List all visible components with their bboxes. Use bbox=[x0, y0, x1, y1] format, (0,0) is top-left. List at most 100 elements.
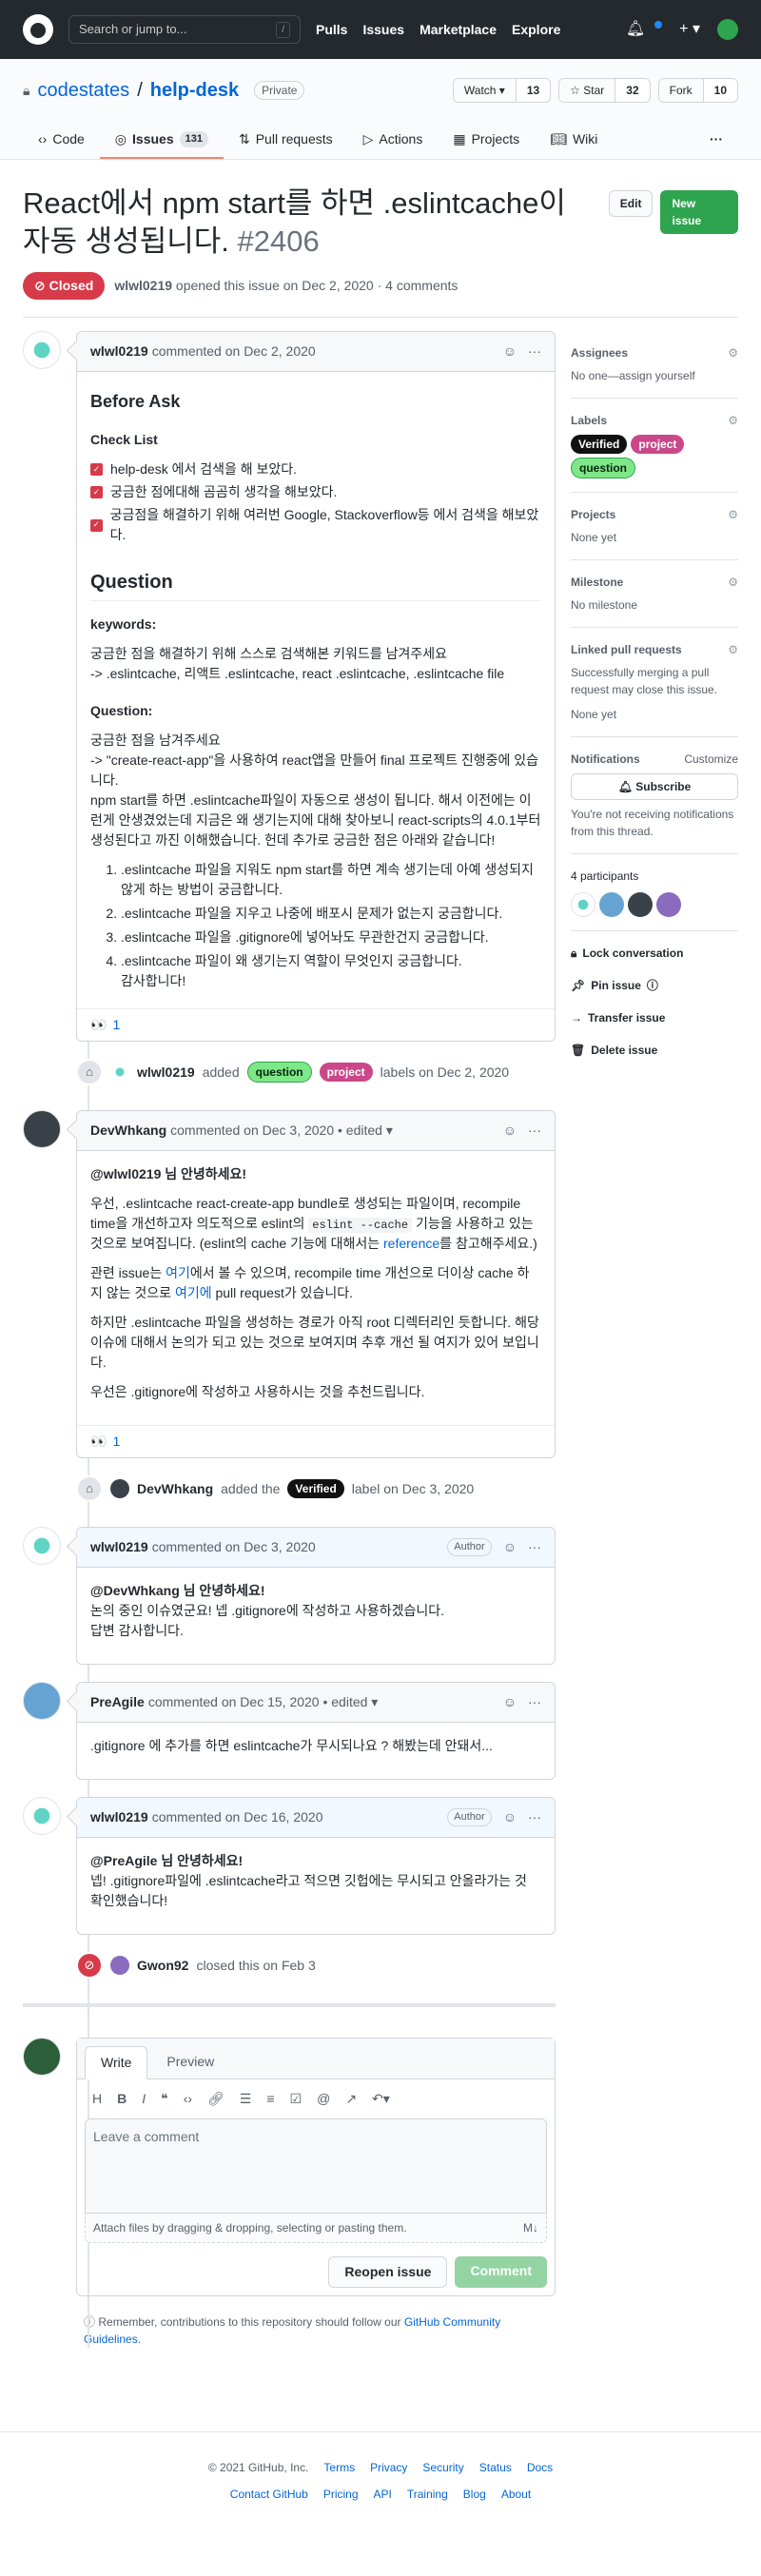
repo-owner-link[interactable]: codestates bbox=[37, 76, 129, 105]
task-list-icon[interactable]: ☑ bbox=[290, 2089, 302, 2109]
gear-icon[interactable]: ⚙ bbox=[728, 574, 738, 591]
link-icon[interactable]: 🔗︎ bbox=[207, 2089, 224, 2109]
label-question[interactable]: question bbox=[246, 1062, 312, 1083]
attach-files-area[interactable]: Attach files by dragging & dropping, sel… bbox=[85, 2214, 547, 2243]
avatar[interactable] bbox=[110, 1956, 129, 1975]
gear-icon[interactable]: ⚙ bbox=[728, 344, 738, 361]
gear-icon[interactable]: ⚙ bbox=[728, 506, 738, 523]
reference-icon[interactable]: ↗ bbox=[345, 2089, 357, 2109]
tab-actions[interactable]: ▷ Actions bbox=[348, 122, 439, 159]
italic-icon[interactable]: I bbox=[142, 2089, 146, 2109]
footer-link-about[interactable]: About bbox=[501, 2486, 531, 2503]
fork-count[interactable]: 10 bbox=[702, 79, 737, 102]
reference-link[interactable]: reference bbox=[383, 1236, 439, 1251]
footer-link-security[interactable]: Security bbox=[422, 2459, 463, 2476]
new-issue-button[interactable]: New issue bbox=[660, 190, 738, 234]
customize-link[interactable]: Customize bbox=[684, 751, 738, 768]
footer-link-terms[interactable]: Terms bbox=[323, 2459, 355, 2476]
mention-icon[interactable]: @ bbox=[317, 2089, 330, 2109]
bell-icon[interactable]: 🔔︎ bbox=[626, 18, 645, 41]
user-avatar-menu[interactable] bbox=[717, 19, 738, 40]
github-logo-icon[interactable] bbox=[23, 14, 53, 45]
transfer-issue[interactable]: → Transfer issue bbox=[571, 1002, 738, 1034]
section-title[interactable]: Labels bbox=[571, 412, 607, 429]
avatar[interactable] bbox=[23, 1110, 61, 1148]
kebab-menu-icon[interactable]: ··· bbox=[528, 1807, 541, 1827]
tab-preview[interactable]: Preview bbox=[151, 2046, 229, 2078]
comment-time[interactable]: commented on Dec 16, 2020 bbox=[152, 1807, 323, 1827]
fork-button[interactable]: Fork 10 bbox=[657, 78, 738, 103]
assignees-value[interactable]: No one—assign yourself bbox=[571, 367, 738, 384]
kebab-menu-icon[interactable]: ··· bbox=[528, 1537, 541, 1557]
lock-conversation[interactable]: 🔒︎ Lock conversation bbox=[571, 937, 738, 969]
pr-link[interactable]: 여기에 bbox=[175, 1285, 212, 1300]
bold-icon[interactable]: B bbox=[117, 2089, 127, 2109]
section-title[interactable]: Linked pull requests bbox=[571, 641, 682, 658]
fork-label[interactable]: Fork bbox=[658, 79, 703, 102]
section-title[interactable]: Milestone bbox=[571, 574, 623, 591]
watch-button[interactable]: Watch ▾ 13 bbox=[452, 78, 552, 103]
repo-name-link[interactable]: help-desk bbox=[150, 76, 239, 105]
watch-count[interactable]: 13 bbox=[515, 79, 551, 102]
eyes-reaction[interactable]: 👀 bbox=[90, 1015, 107, 1035]
label-verified[interactable]: Verified bbox=[287, 1479, 344, 1498]
create-new-menu[interactable]: + ▾ bbox=[679, 18, 700, 41]
avatar[interactable] bbox=[110, 1063, 129, 1082]
nav-issues[interactable]: Issues bbox=[362, 20, 404, 40]
label-project[interactable]: project bbox=[631, 435, 685, 454]
footer-link-training[interactable]: Training bbox=[407, 2486, 448, 2503]
comment-time[interactable]: commented on Dec 3, 2020 bbox=[152, 1537, 316, 1557]
bullet-list-icon[interactable]: ☰ bbox=[240, 2089, 252, 2109]
pin-issue[interactable]: 📌︎ Pin issue ⓘ bbox=[571, 969, 738, 1002]
comment-time[interactable]: commented on Dec 3, 2020 • edited ▾ bbox=[170, 1121, 393, 1141]
tab-issues[interactable]: ◎ Issues 131 bbox=[99, 122, 224, 159]
numbered-list-icon[interactable]: ≡ bbox=[266, 2089, 274, 2109]
comment-time[interactable]: commented on Dec 2, 2020 bbox=[152, 342, 316, 361]
section-title[interactable]: Projects bbox=[571, 506, 615, 523]
search-input[interactable]: Search or jump to... / bbox=[68, 15, 301, 44]
comment-textarea[interactable]: Leave a comment bbox=[85, 2118, 547, 2214]
avatar[interactable] bbox=[110, 1479, 129, 1498]
star-label[interactable]: ☆ Star bbox=[559, 79, 615, 102]
footer-link-api[interactable]: API bbox=[374, 2486, 392, 2503]
event-actor[interactable]: wlwl0219 bbox=[137, 1063, 195, 1083]
nav-explore[interactable]: Explore bbox=[512, 20, 560, 40]
avatar[interactable] bbox=[23, 1797, 61, 1835]
tab-code[interactable]: ‹› Code bbox=[23, 122, 100, 159]
event-actor[interactable]: Gwon92 bbox=[137, 1956, 188, 1976]
smiley-icon[interactable]: ☺ bbox=[503, 1692, 517, 1712]
watch-label[interactable]: Watch ▾ bbox=[453, 79, 516, 102]
label-question[interactable]: question bbox=[571, 458, 635, 478]
edit-title-button[interactable]: Edit bbox=[608, 190, 654, 217]
subscribe-button[interactable]: 🔔︎ Subscribe bbox=[571, 773, 738, 800]
comment-time[interactable]: commented on Dec 15, 2020 • edited ▾ bbox=[148, 1692, 379, 1712]
footer-link-privacy[interactable]: Privacy bbox=[370, 2459, 407, 2476]
footer-link-docs[interactable]: Docs bbox=[527, 2459, 553, 2476]
comment-author[interactable]: wlwl0219 bbox=[90, 1807, 148, 1827]
reply-icon[interactable]: ↶▾ bbox=[372, 2089, 390, 2109]
quote-icon[interactable]: ❝ bbox=[161, 2089, 168, 2109]
star-button[interactable]: ☆ Star 32 bbox=[558, 78, 651, 103]
opener-link[interactable]: wlwl0219 bbox=[114, 278, 172, 293]
smiley-icon[interactable]: ☺ bbox=[503, 342, 517, 361]
tab-wiki[interactable]: 📖︎ Wiki bbox=[535, 122, 613, 159]
comment-author[interactable]: wlwl0219 bbox=[90, 342, 148, 361]
nav-marketplace[interactable]: Marketplace bbox=[420, 20, 497, 40]
kebab-menu-icon[interactable]: ··· bbox=[528, 1121, 541, 1141]
smiley-icon[interactable]: ☺ bbox=[503, 1537, 517, 1557]
gear-icon[interactable]: ⚙ bbox=[728, 412, 738, 429]
label-verified[interactable]: Verified bbox=[571, 435, 628, 454]
avatar[interactable] bbox=[23, 1527, 61, 1565]
smiley-icon[interactable]: ☺ bbox=[503, 1807, 517, 1827]
footer-link-contact[interactable]: Contact GitHub bbox=[230, 2486, 308, 2503]
avatar[interactable] bbox=[23, 1682, 61, 1720]
comment-author[interactable]: wlwl0219 bbox=[90, 1537, 148, 1557]
comment-author[interactable]: DevWhkang bbox=[90, 1121, 166, 1141]
tab-pull-requests[interactable]: ⇅ Pull requests bbox=[224, 122, 348, 159]
nav-pulls[interactable]: Pulls bbox=[316, 20, 347, 40]
comment-author[interactable]: PreAgile bbox=[90, 1692, 145, 1712]
footer-link-pricing[interactable]: Pricing bbox=[323, 2486, 359, 2503]
eyes-reaction[interactable]: 👀 bbox=[90, 1432, 107, 1452]
gear-icon[interactable]: ⚙ bbox=[728, 641, 738, 658]
footer-link-blog[interactable]: Blog bbox=[463, 2486, 486, 2503]
